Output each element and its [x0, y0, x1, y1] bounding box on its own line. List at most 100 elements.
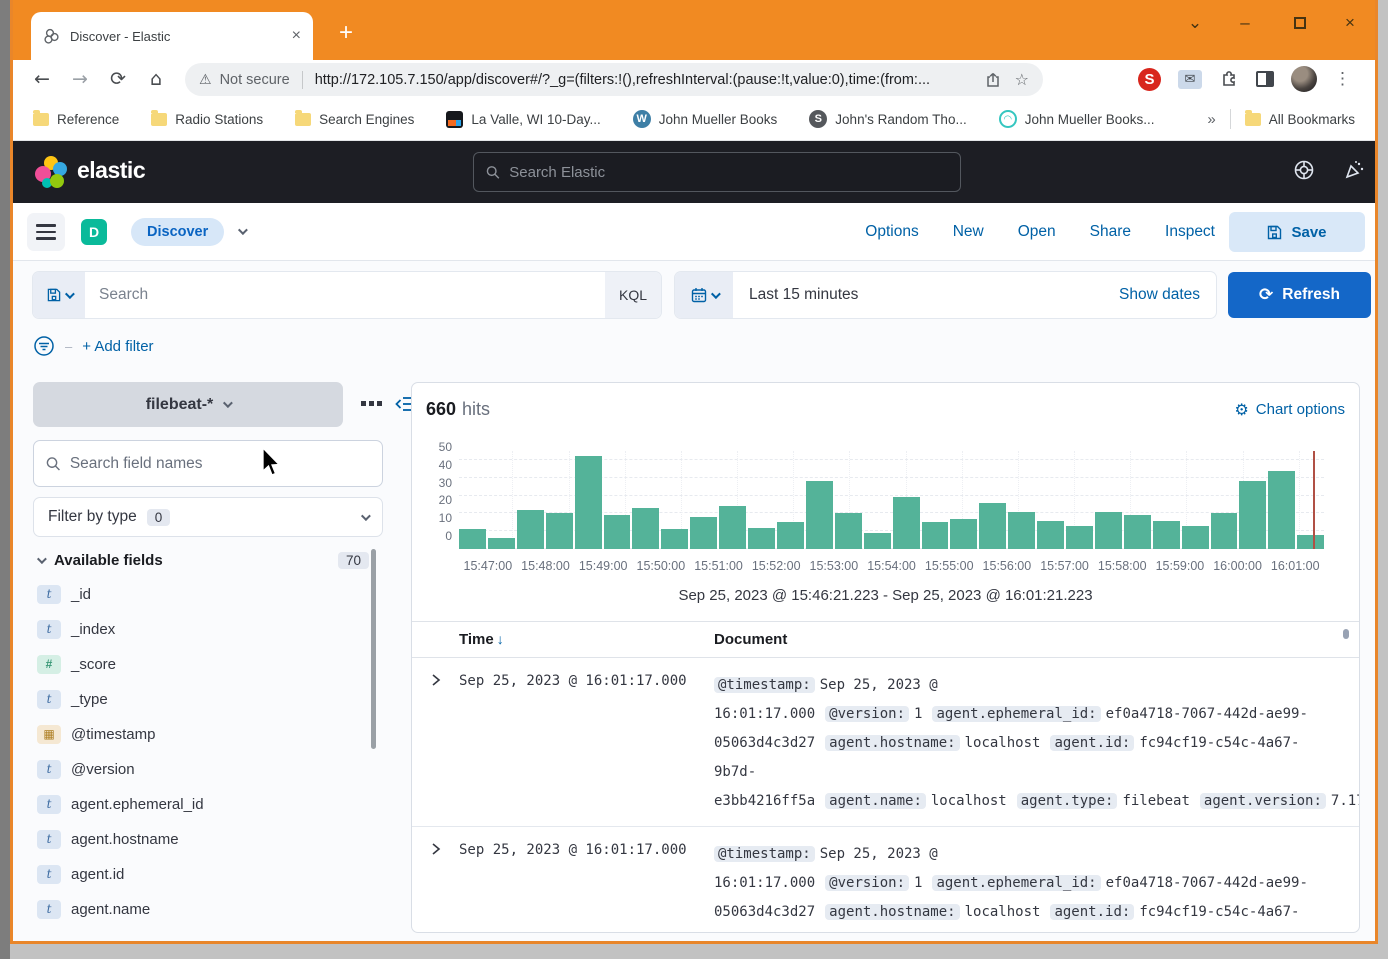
histogram-bar[interactable]	[719, 506, 746, 549]
histogram-bar[interactable]	[632, 508, 659, 549]
histogram-bar[interactable]	[864, 533, 891, 549]
histogram-bar[interactable]	[1268, 471, 1295, 549]
app-link-open[interactable]: Open	[1018, 223, 1056, 241]
histogram-bar[interactable]	[835, 513, 862, 549]
histogram-bar[interactable]	[575, 456, 602, 549]
back-icon[interactable]: ←	[23, 68, 61, 90]
field-item[interactable]: t_index	[37, 618, 367, 640]
show-dates-button[interactable]: Show dates	[1103, 272, 1216, 318]
document-field-badge[interactable]: agent.ephemeral_id:	[932, 875, 1100, 891]
chevron-down-icon[interactable]	[238, 225, 248, 235]
field-item[interactable]: tagent.hostname	[37, 828, 367, 850]
histogram-bar[interactable]	[604, 515, 631, 549]
bookmark-item[interactable]: La Valle, WI 10-Day...	[446, 111, 600, 128]
histogram-bar[interactable]	[661, 529, 688, 549]
space-avatar[interactable]: D	[81, 219, 107, 245]
field-item[interactable]: t@version	[37, 758, 367, 780]
bookmark-item[interactable]: WJohn Mueller Books	[633, 110, 778, 128]
add-filter-button[interactable]: + Add filter	[82, 338, 153, 355]
document-field-badge[interactable]: agent.id:	[1050, 904, 1134, 920]
histogram-bar[interactable]	[1239, 481, 1266, 549]
histogram-bar[interactable]	[1124, 515, 1151, 549]
histogram-bar[interactable]	[979, 503, 1006, 549]
bookmark-item[interactable]: SJohn's Random Tho...	[809, 110, 966, 128]
table-scrollbar[interactable]	[1343, 629, 1349, 639]
histogram-bar[interactable]	[777, 522, 804, 549]
bookmark-item[interactable]: Reference	[33, 112, 119, 127]
tab-close-icon[interactable]: ×	[292, 27, 301, 45]
new-tab-button[interactable]: +	[331, 18, 361, 48]
document-field-badge[interactable]: agent.name:	[825, 793, 926, 809]
field-item[interactable]: ▦@timestamp	[37, 723, 367, 745]
filter-by-type-select[interactable]: Filter by type 0	[33, 497, 383, 537]
address-bar[interactable]: ⚠ Not secure http://172.105.7.150/app/di…	[185, 63, 1043, 96]
histogram-bar[interactable]	[1153, 521, 1180, 550]
column-header-time[interactable]: Time↓	[459, 631, 504, 648]
all-bookmarks-button[interactable]: All Bookmarks	[1245, 112, 1355, 127]
table-row[interactable]: Sep 25, 2023 @ 16:01:17.000@timestamp:Se…	[412, 827, 1359, 933]
forward-icon[interactable]: →	[61, 68, 99, 90]
histogram-bar[interactable]	[546, 513, 573, 549]
refresh-button[interactable]: ⟳ Refresh	[1228, 272, 1371, 318]
histogram-bar[interactable]	[806, 481, 833, 549]
extensions-puzzle-icon[interactable]	[1219, 69, 1239, 89]
app-link-inspect[interactable]: Inspect	[1165, 223, 1215, 241]
bookmark-item[interactable]: Radio Stations	[151, 112, 263, 127]
mail-extension-icon[interactable]: ✉	[1178, 70, 1202, 89]
reload-icon[interactable]: ⟳	[99, 68, 137, 90]
document-field-badge[interactable]: @timestamp:	[714, 846, 815, 862]
document-field-badge[interactable]: agent.ephemeral_id:	[932, 706, 1100, 722]
kql-language-button[interactable]: KQL	[605, 272, 661, 318]
index-pattern-selector[interactable]: filebeat-*	[33, 382, 343, 427]
histogram-chart[interactable]: 01020304050	[459, 451, 1324, 549]
hamburger-menu-button[interactable]	[27, 213, 65, 251]
document-field-badge[interactable]: agent.hostname:	[825, 904, 959, 920]
histogram-bar[interactable]	[1297, 535, 1324, 549]
histogram-bar[interactable]	[893, 497, 920, 549]
norton-extension-icon[interactable]: S	[1138, 68, 1161, 91]
help-icon[interactable]	[1293, 159, 1315, 181]
chart-options-button[interactable]: ⚙ Chart options	[1234, 400, 1345, 419]
histogram-bar[interactable]	[488, 538, 515, 549]
histogram-bar[interactable]	[1182, 526, 1209, 549]
field-item[interactable]: t_type	[37, 688, 367, 710]
window-close-button[interactable]: ×	[1330, 8, 1370, 38]
column-header-document[interactable]: Document	[714, 631, 787, 648]
browser-tab[interactable]: Discover - Elastic ×	[31, 12, 313, 60]
histogram-bar[interactable]	[1095, 512, 1122, 549]
histogram-bar[interactable]	[748, 528, 775, 549]
histogram-bar[interactable]	[1008, 512, 1035, 549]
histogram-bar[interactable]	[922, 522, 949, 549]
bookmark-star-icon[interactable]: ☆	[1015, 70, 1029, 89]
breadcrumb[interactable]: Discover	[131, 218, 224, 246]
bookmark-item[interactable]: Search Engines	[295, 112, 414, 127]
document-field-badge[interactable]: @version:	[825, 706, 909, 722]
expand-row-icon[interactable]	[431, 673, 441, 687]
share-icon[interactable]	[985, 72, 1001, 88]
kql-query-input[interactable]	[85, 272, 605, 318]
table-row[interactable]: Sep 25, 2023 @ 16:01:17.000@timestamp:Se…	[412, 658, 1359, 827]
url-text[interactable]: http://172.105.7.150/app/discover#/?_g=(…	[315, 72, 971, 88]
bookmark-item[interactable]: ◠John Mueller Books...	[999, 110, 1155, 128]
fields-scrollbar[interactable]	[371, 549, 376, 749]
global-search-input[interactable]	[509, 164, 948, 181]
histogram-bar[interactable]	[1211, 513, 1238, 549]
histogram-bar[interactable]	[1066, 526, 1093, 549]
document-field-badge[interactable]: @timestamp:	[714, 677, 815, 693]
field-item[interactable]: tagent.ephemeral_id	[37, 793, 367, 815]
global-search-box[interactable]	[473, 152, 961, 192]
index-options-icon[interactable]	[361, 401, 382, 406]
field-item[interactable]: #_score	[37, 653, 367, 675]
app-link-options[interactable]: Options	[865, 223, 918, 241]
not-secure-label[interactable]: Not secure	[220, 72, 290, 88]
histogram-bar[interactable]	[950, 519, 977, 549]
field-search-box[interactable]	[33, 440, 383, 487]
window-minimize-button[interactable]: –	[1225, 8, 1265, 38]
histogram-bar[interactable]	[1037, 521, 1064, 550]
field-item[interactable]: t_id	[37, 583, 367, 605]
expand-row-icon[interactable]	[431, 842, 441, 856]
document-field-badge[interactable]: agent.version:	[1200, 793, 1326, 809]
window-menu-icon[interactable]: ⌄	[1175, 8, 1215, 38]
side-panel-icon[interactable]	[1256, 71, 1274, 87]
app-link-new[interactable]: New	[953, 223, 984, 241]
